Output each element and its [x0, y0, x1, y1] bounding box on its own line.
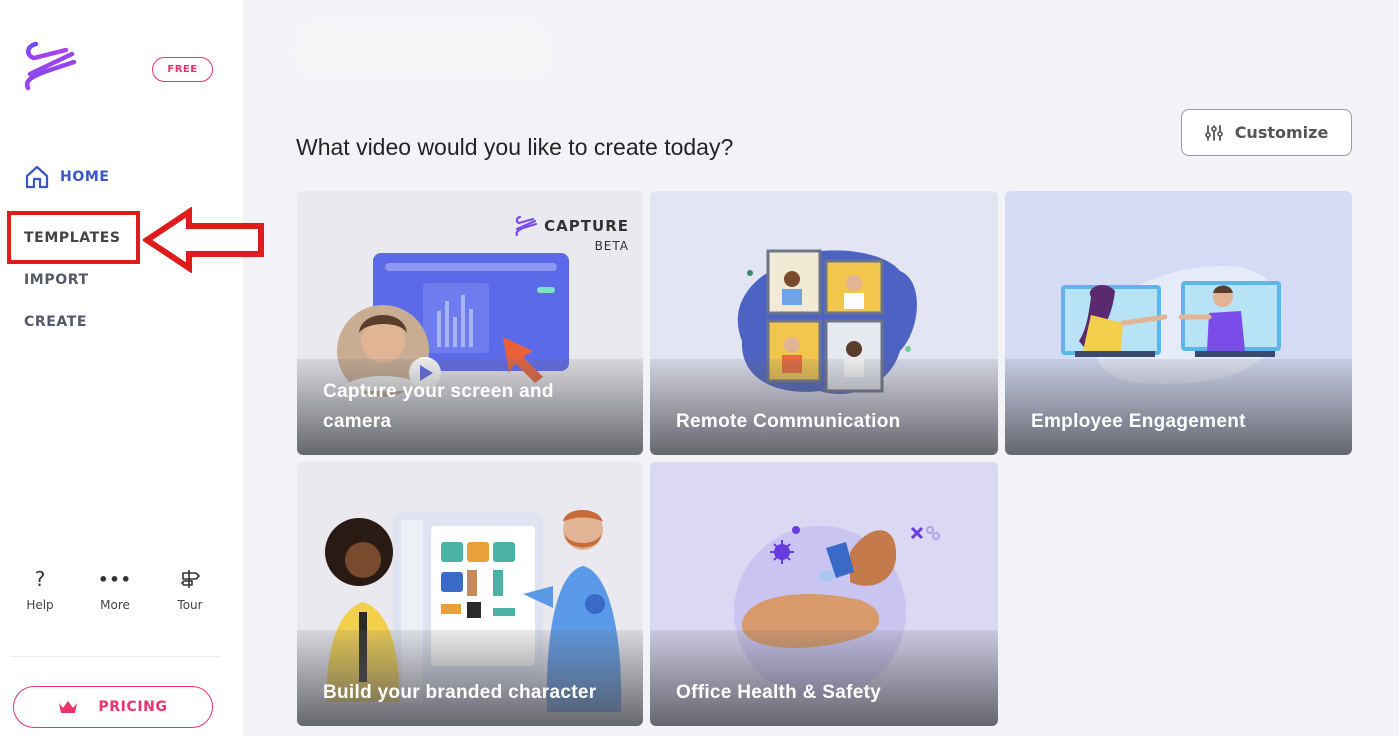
- customize-button[interactable]: Customize: [1181, 109, 1352, 156]
- annotation-highlight-box: [7, 211, 140, 264]
- tour-icon: [179, 568, 201, 590]
- pricing-button[interactable]: PRICING: [13, 686, 213, 728]
- more-button[interactable]: ••• More: [85, 568, 145, 613]
- template-card-office-health-safety[interactable]: Office Health & Safety: [650, 462, 998, 726]
- brand-logo-icon[interactable]: [22, 40, 78, 94]
- sidebar: FREE HOME TEMPLATES IMPORT CREATE ? Help…: [0, 0, 264, 736]
- tour-label: Tour: [177, 598, 203, 612]
- faded-header: [293, 20, 553, 80]
- pricing-label: PRICING: [98, 699, 168, 715]
- template-card-employee-engagement[interactable]: Employee Engagement: [1005, 191, 1352, 455]
- customize-label: Customize: [1234, 123, 1329, 142]
- sliders-icon: [1204, 124, 1223, 141]
- bottom-tools: ? Help ••• More Tour: [10, 567, 220, 613]
- nav-import[interactable]: IMPORT: [24, 272, 89, 288]
- card-title: Build your branded character: [323, 682, 597, 703]
- nav-create-label: CREATE: [24, 314, 88, 330]
- tour-button[interactable]: Tour: [160, 568, 220, 612]
- capture-logo-icon: [515, 215, 538, 237]
- nav-home[interactable]: HOME: [24, 164, 110, 190]
- card-title: Office Health & Safety: [676, 682, 882, 703]
- card-title: Employee Engagement: [1031, 411, 1246, 432]
- more-label: More: [100, 598, 130, 612]
- nav-import-label: IMPORT: [24, 272, 89, 288]
- template-card-remote-communication[interactable]: Remote Communication: [650, 191, 998, 455]
- template-card-capture[interactable]: CAPTURE BETA Capture your screen and cam…: [297, 191, 643, 455]
- plan-badge: FREE: [152, 57, 213, 82]
- more-icon: •••: [98, 569, 132, 589]
- capture-beta-label: BETA: [594, 239, 629, 253]
- nav-create[interactable]: CREATE: [24, 314, 87, 330]
- help-label: Help: [26, 598, 54, 612]
- capture-tag-label: CAPTURE: [544, 217, 629, 235]
- template-card-branded-character[interactable]: Build your branded character: [297, 462, 643, 726]
- home-icon: [25, 165, 49, 189]
- card-title: Remote Communication: [676, 411, 901, 432]
- crown-icon: [59, 701, 78, 713]
- nav-home-label: HOME: [60, 169, 110, 185]
- main-content: What video would you like to create toda…: [243, 0, 1399, 736]
- card-title: Capture your screen and camera: [323, 381, 554, 432]
- page-title: What video would you like to create toda…: [296, 134, 734, 160]
- capture-beta-tag: CAPTURE BETA: [514, 215, 629, 253]
- help-button[interactable]: ? Help: [10, 567, 70, 612]
- help-icon: ?: [34, 567, 46, 591]
- sidebar-divider: [10, 656, 220, 657]
